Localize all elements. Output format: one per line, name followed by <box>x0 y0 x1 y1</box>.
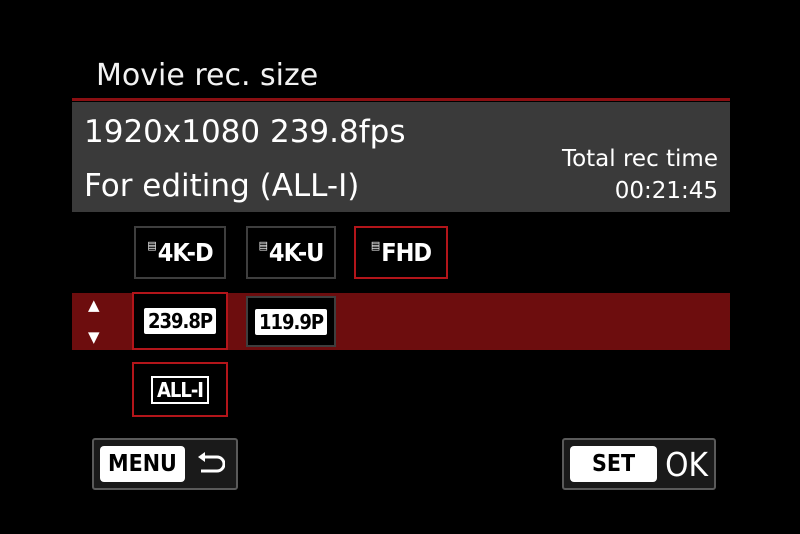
frame-rate-119-9p-label: 119.9P <box>254 308 328 335</box>
size-description: 1920x1080 239.8fps <box>84 114 406 150</box>
set-key-label: SET <box>570 446 658 482</box>
arrow-down-icon: ▼ <box>88 328 100 346</box>
total-rec-time-label: Total rec time <box>561 146 718 172</box>
film-strip-icon: ▤ <box>147 239 157 252</box>
film-strip-icon: ▤ <box>258 239 268 252</box>
total-rec-time-value: 00:21:45 <box>614 178 718 204</box>
resolution-4k-u-label: ▤ 4K-U <box>258 238 325 267</box>
option-fhd[interactable]: ▤ FHD <box>354 226 448 279</box>
film-strip-icon: ▤ <box>370 239 381 252</box>
title-divider <box>72 98 730 101</box>
resolution-fhd-label: ▤ FHD <box>370 238 432 267</box>
set-ok-button[interactable]: SET OK <box>562 438 716 490</box>
arrow-up-icon: ▲ <box>88 296 100 314</box>
option-119-9p[interactable]: 119.9P <box>246 296 336 347</box>
option-239-8p[interactable]: 239.8P <box>132 292 228 350</box>
menu-key-label: MENU <box>100 446 185 482</box>
menu-back-button[interactable]: MENU <box>92 438 238 490</box>
option-all-i[interactable]: ALL-I <box>132 362 228 417</box>
ok-label: OK <box>665 444 709 484</box>
info-panel: 1920x1080 239.8fps For editing (ALL-I) T… <box>72 102 730 212</box>
option-4k-d[interactable]: ▤ 4K-D <box>134 226 226 279</box>
compression-all-i-label: ALL-I <box>150 375 209 404</box>
compression-description: For editing (ALL-I) <box>84 168 360 204</box>
return-arrow-icon <box>197 452 225 473</box>
page-title: Movie rec. size <box>96 58 319 93</box>
resolution-4k-d-label: ▤ 4K-D <box>147 238 213 267</box>
frame-rate-239-8p-label: 239.8P <box>143 308 217 334</box>
option-4k-u[interactable]: ▤ 4K-U <box>246 226 336 279</box>
